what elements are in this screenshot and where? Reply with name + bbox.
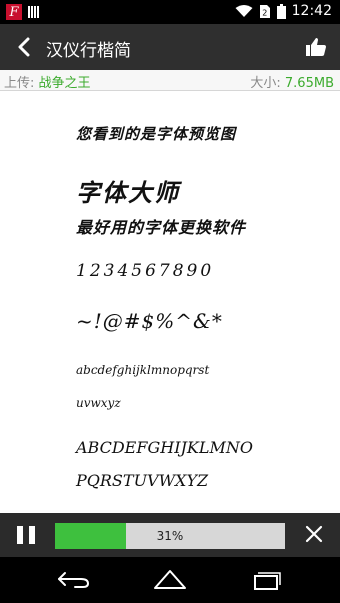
pause-icon bbox=[17, 526, 23, 544]
system-nav-bar bbox=[0, 557, 340, 603]
font-info-bar: 上传: 战争之王 大小: 7.65MB bbox=[0, 70, 340, 91]
preview-line-digits: 1234567890 bbox=[76, 261, 215, 281]
back-arrow-icon bbox=[18, 37, 30, 57]
svg-text:2: 2 bbox=[262, 8, 267, 17]
size-value: 7.65MB bbox=[284, 76, 334, 91]
font-preview: 您看到的是字体预览图 字体大师 最好用的字体更换软件 1234567890 ~!… bbox=[0, 91, 340, 513]
signal-bars-icon bbox=[28, 6, 39, 18]
status-time: 12:42 bbox=[291, 3, 332, 19]
size-label: 大小: bbox=[250, 76, 281, 91]
uploader-value[interactable]: 战争之王 bbox=[39, 76, 91, 91]
battery-icon bbox=[276, 3, 286, 19]
sim-icon: 2 bbox=[259, 4, 270, 18]
uploader-label: 上传: bbox=[4, 76, 35, 91]
uploader-info: 上传: 战争之王 bbox=[4, 72, 91, 91]
cancel-download-button[interactable] bbox=[302, 522, 326, 546]
download-progress: 31% bbox=[55, 523, 285, 549]
thumbs-up-icon bbox=[306, 38, 326, 56]
size-info: 大小: 7.65MB bbox=[250, 72, 334, 91]
title-bar: 汉仪行楷简 bbox=[0, 24, 340, 70]
page-title: 汉仪行楷简 bbox=[46, 41, 131, 61]
preview-line-symbols: ~!@#$%^&* bbox=[76, 309, 223, 333]
preview-line-uppercase-2: PQRSTUVWXYZ bbox=[76, 471, 209, 490]
home-nav-icon bbox=[154, 570, 186, 589]
preview-line-lowercase-1: abcdefghijklmnopqrst bbox=[76, 363, 210, 377]
nav-home-button[interactable] bbox=[150, 567, 190, 593]
download-bar: 31% bbox=[0, 513, 340, 557]
preview-line-slogan: 最好用的字体更换软件 bbox=[76, 218, 247, 237]
preview-line-intro: 您看到的是字体预览图 bbox=[76, 125, 237, 143]
close-icon bbox=[305, 525, 323, 543]
preview-line-lowercase-2: uvwxyz bbox=[76, 396, 121, 410]
progress-text: 31% bbox=[156, 529, 184, 543]
wifi-icon bbox=[235, 5, 253, 17]
pause-button[interactable] bbox=[15, 523, 37, 547]
recents-nav-icon bbox=[254, 572, 281, 590]
back-nav-icon bbox=[58, 572, 90, 588]
preview-line-uppercase-1: ABCDEFGHIJKLMNO bbox=[76, 438, 254, 457]
like-button[interactable] bbox=[302, 33, 330, 61]
preview-line-title: 字体大师 bbox=[76, 178, 180, 207]
nav-recents-button[interactable] bbox=[246, 567, 286, 593]
app-icon: F bbox=[6, 4, 22, 20]
nav-back-button[interactable] bbox=[54, 567, 94, 593]
status-bar: F 2 12:42 bbox=[0, 0, 340, 24]
back-button[interactable] bbox=[10, 31, 38, 63]
